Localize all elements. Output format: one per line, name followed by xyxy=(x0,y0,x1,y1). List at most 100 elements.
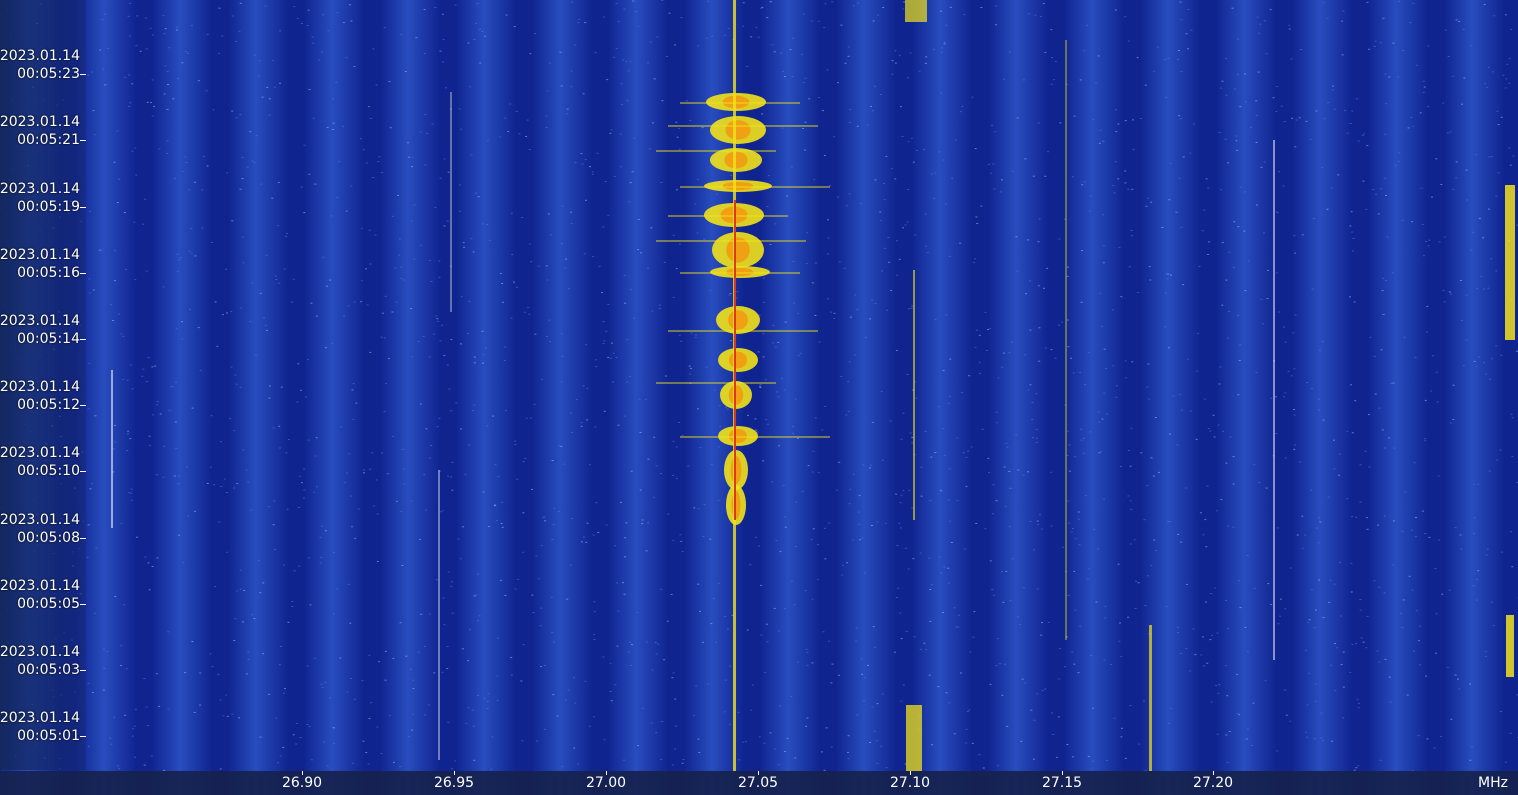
noise-dot xyxy=(461,648,464,650)
noise-dot xyxy=(170,386,173,387)
noise-dot xyxy=(746,629,749,631)
noise-dot xyxy=(1239,344,1242,346)
noise-dot xyxy=(568,288,570,290)
trace-26-95-upper xyxy=(450,92,452,312)
noise-dot xyxy=(225,492,228,493)
noise-dot xyxy=(372,177,375,179)
noise-dot xyxy=(595,502,598,504)
noise-dot xyxy=(1331,740,1334,742)
noise-dot xyxy=(315,315,318,317)
noise-dot xyxy=(1083,437,1085,439)
noise-dot xyxy=(1276,212,1279,214)
noise-dot xyxy=(898,54,901,56)
noise-dot xyxy=(272,427,275,429)
noise-dot xyxy=(450,476,452,478)
noise-dot xyxy=(263,317,265,319)
noise-dot xyxy=(1511,455,1514,457)
noise-dot xyxy=(1293,368,1296,370)
noise-dot xyxy=(934,452,937,453)
noise-dot xyxy=(805,725,808,727)
noise-dot xyxy=(1148,266,1151,268)
noise-dot xyxy=(1452,188,1455,190)
noise-dot xyxy=(236,483,239,485)
time-label: 2023.01.14 00:05:19 xyxy=(0,180,80,216)
noise-dot xyxy=(1081,250,1083,252)
noise-dot xyxy=(1455,177,1458,179)
noise-dot xyxy=(1130,230,1133,231)
noise-dot xyxy=(1490,358,1493,360)
noise-dot xyxy=(1088,568,1091,570)
noise-dot xyxy=(703,504,706,506)
noise-dot xyxy=(1008,471,1011,472)
noise-dot xyxy=(806,665,809,667)
noise-dot xyxy=(911,305,913,307)
noise-dot xyxy=(235,383,238,385)
noise-dot xyxy=(1237,394,1240,396)
noise-dot xyxy=(820,751,823,753)
noise-dot xyxy=(687,465,690,467)
noise-dot xyxy=(724,616,727,618)
time-label-time: 00:05:03 xyxy=(17,662,80,678)
noise-dot xyxy=(589,464,591,466)
noise-dot xyxy=(797,312,800,314)
noise-dot xyxy=(353,65,356,67)
noise-dot xyxy=(1011,341,1013,343)
noise-dot xyxy=(663,261,666,263)
noise-dot xyxy=(1144,605,1147,606)
noise-dot xyxy=(514,588,517,590)
noise-dot xyxy=(330,215,333,217)
noise-dot xyxy=(751,684,754,686)
spectrogram-canvas[interactable] xyxy=(0,0,1518,795)
noise-dot xyxy=(251,160,254,162)
noise-dot xyxy=(271,59,274,61)
noise-dot xyxy=(1110,664,1113,665)
noise-dot xyxy=(109,737,112,739)
noise-dot xyxy=(468,300,471,302)
noise-dot xyxy=(956,437,959,439)
noise-dot xyxy=(656,36,659,38)
noise-dot xyxy=(869,464,872,466)
noise-dot xyxy=(1060,321,1063,323)
noise-dot xyxy=(1384,658,1387,660)
noise-dot xyxy=(730,174,733,176)
noise-dot xyxy=(544,520,547,522)
noise-dot xyxy=(350,185,353,187)
noise-dot xyxy=(701,641,704,643)
noise-dot xyxy=(1200,654,1203,656)
noise-dot xyxy=(1195,370,1198,372)
noise-dot xyxy=(1424,438,1427,440)
noise-dot xyxy=(1322,419,1325,421)
noise-dot xyxy=(176,253,179,255)
noise-dot xyxy=(1047,621,1050,623)
noise-dot xyxy=(1253,587,1256,589)
noise-dot xyxy=(1106,413,1109,415)
noise-dot xyxy=(1258,32,1261,34)
noise-dot xyxy=(225,694,228,696)
noise-dot xyxy=(1350,562,1353,564)
noise-dot xyxy=(419,131,422,133)
noise-dot xyxy=(306,665,309,667)
noise-dot xyxy=(680,540,683,542)
noise-dot xyxy=(424,164,427,166)
time-axis: 2023.01.14 00:05:23 2023.01.14 00:05:21 2023… xyxy=(0,0,86,770)
noise-dot xyxy=(1005,442,1008,444)
noise-dot xyxy=(342,125,344,127)
noise-dot xyxy=(231,220,234,222)
noise-dot xyxy=(166,140,169,142)
noise-dot xyxy=(1279,615,1281,617)
noise-dot xyxy=(1225,279,1228,281)
noise-dot xyxy=(1220,87,1222,89)
noise-dot xyxy=(529,53,532,55)
noise-dot xyxy=(1278,311,1281,313)
noise-dot xyxy=(1020,740,1023,742)
noise-dot xyxy=(690,367,692,369)
noise-dot xyxy=(376,726,379,728)
noise-dot xyxy=(1280,105,1283,107)
noise-dot xyxy=(131,83,134,85)
noise-dot xyxy=(907,189,910,190)
noise-dot xyxy=(408,156,411,158)
waterfall-display[interactable]: 2023.01.14 00:05:23 2023.01.14 00:05:21 2023… xyxy=(0,0,1518,795)
noise-dot xyxy=(827,237,830,239)
noise-dot xyxy=(1362,133,1365,135)
noise-dot xyxy=(336,197,339,199)
